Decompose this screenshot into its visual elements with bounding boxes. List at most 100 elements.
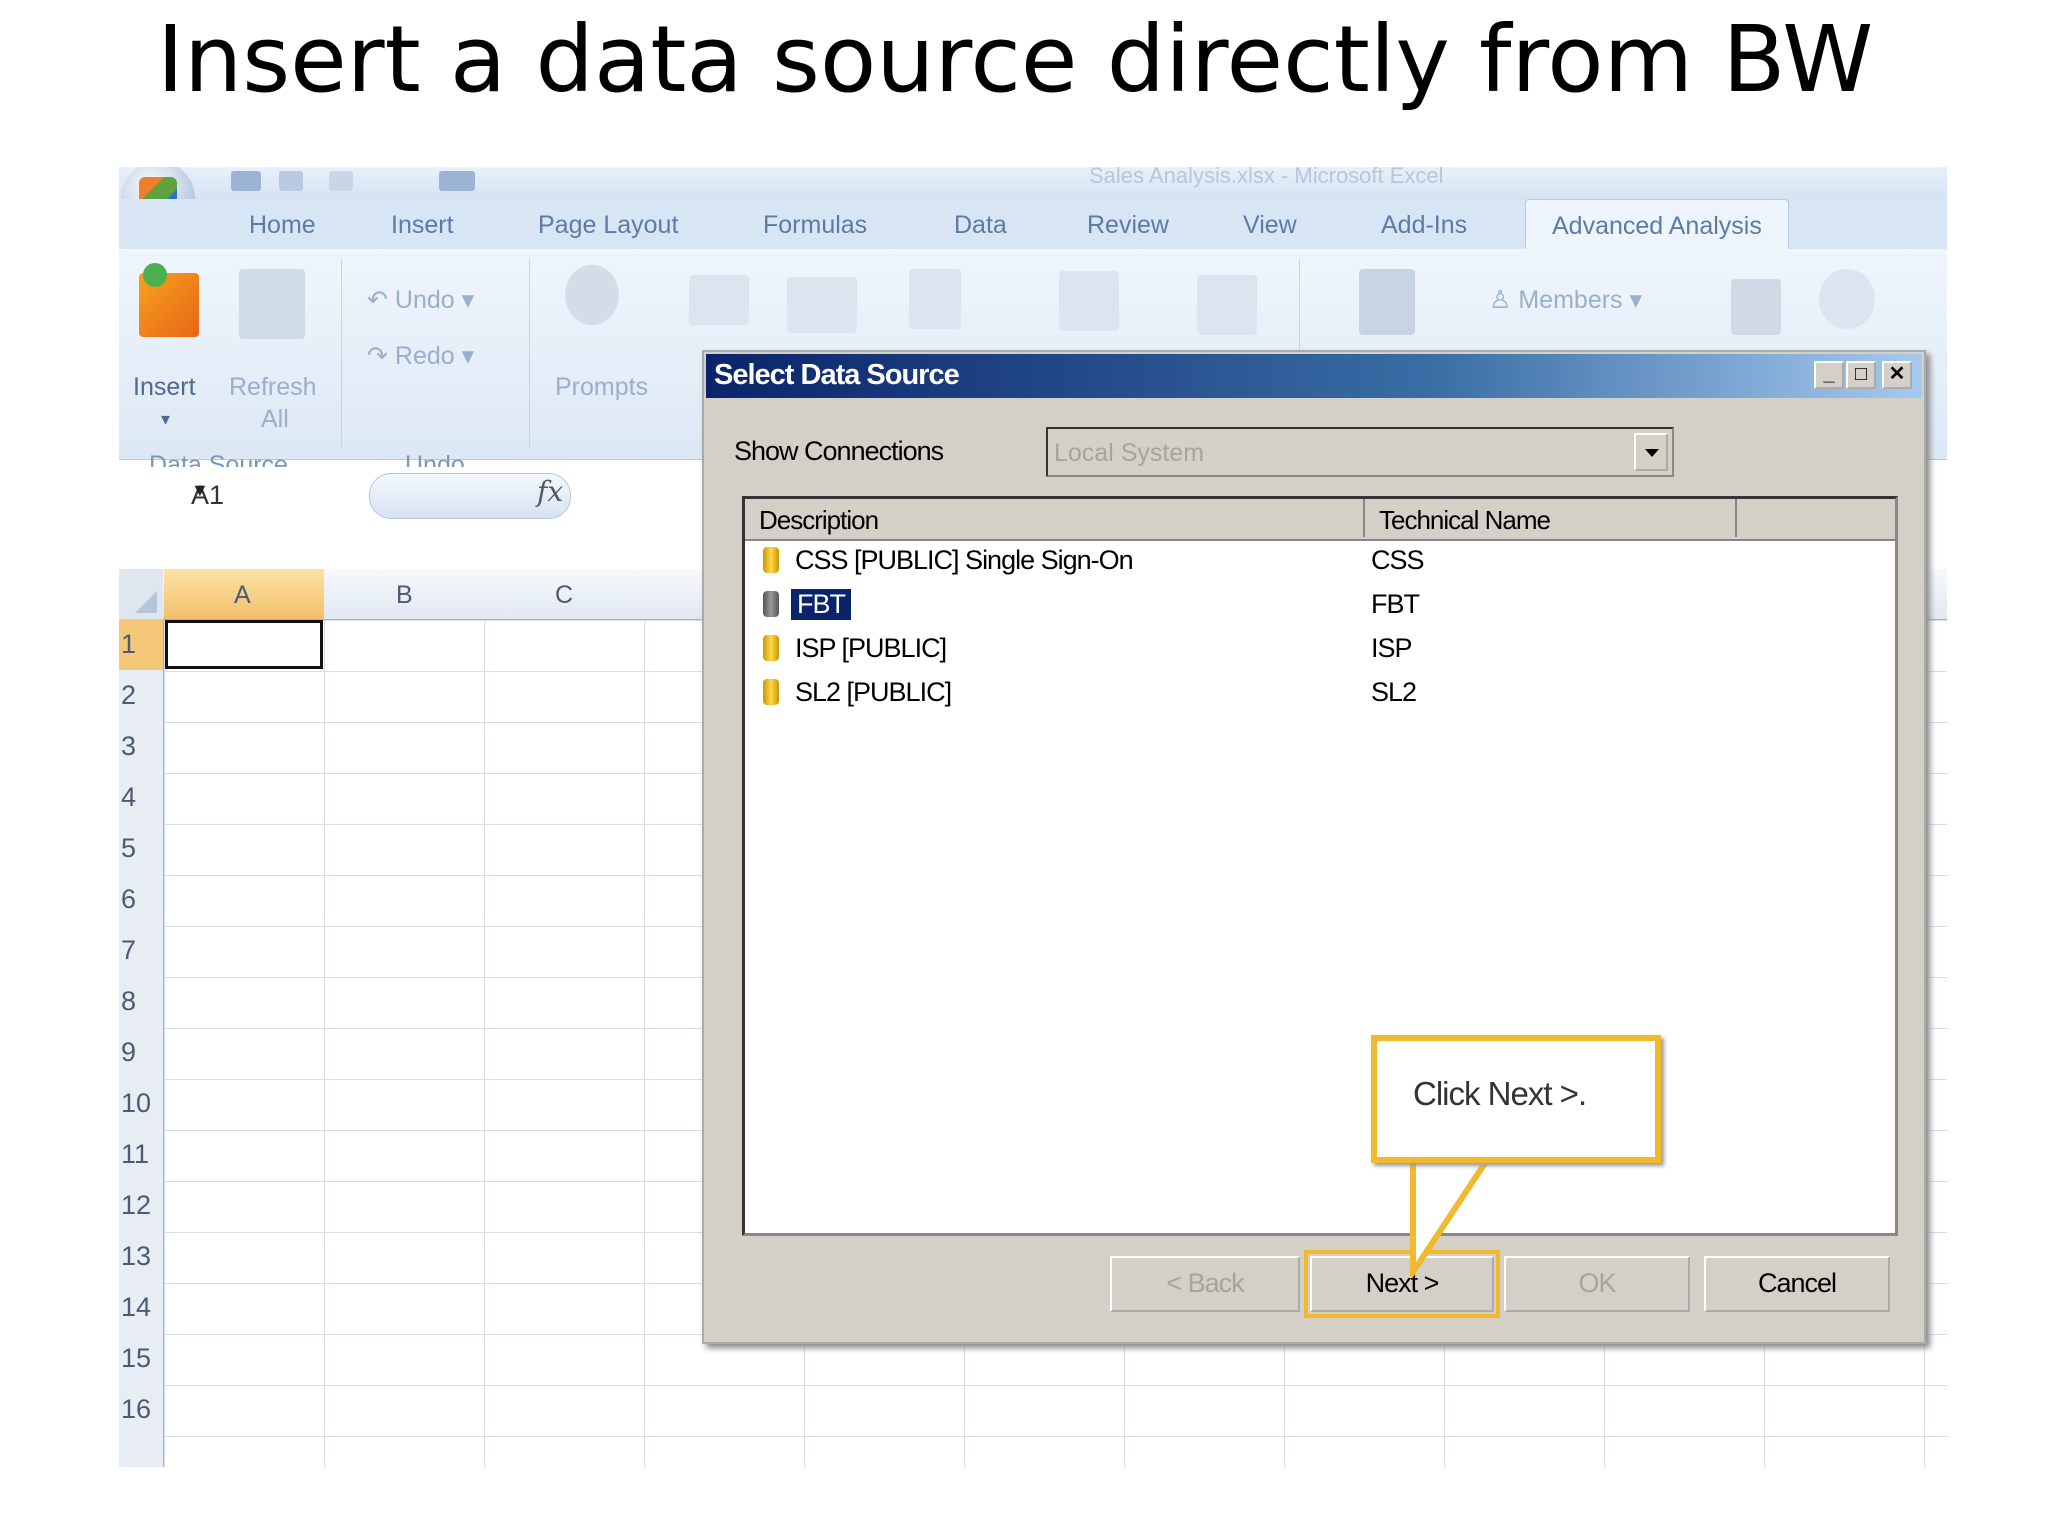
row-header[interactable]: 1: [119, 619, 163, 670]
row-header[interactable]: 16: [121, 1394, 151, 1425]
members-button[interactable]: ♙ Members ▾: [1489, 285, 1642, 315]
slide-title: Insert a data source directly from BW: [156, 6, 1874, 113]
tab-add-ins[interactable]: Add-Ins: [1381, 211, 1467, 240]
prompts-label[interactable]: Prompts: [555, 373, 648, 402]
redo-icon[interactable]: [329, 171, 353, 191]
row-header[interactable]: 10: [121, 1088, 151, 1119]
row-header[interactable]: 14: [121, 1292, 151, 1323]
insert-dropdown-icon[interactable]: ▾: [161, 409, 170, 430]
table-icon[interactable]: [1059, 271, 1119, 331]
dialog-title: Select Data Source: [714, 359, 960, 391]
dialog-title-bar[interactable]: Select Data Source _ □ ✕: [706, 354, 1922, 398]
list-item[interactable]: ISP [PUBLIC] ISP: [745, 627, 1895, 669]
redo-label: Redo: [394, 342, 455, 370]
tab-insert[interactable]: Insert: [391, 211, 454, 240]
refresh-all-icon[interactable]: [239, 269, 305, 339]
column-description[interactable]: Description: [745, 499, 1365, 537]
row-header[interactable]: 12: [121, 1190, 151, 1221]
item-description: CSS [PUBLIC] Single Sign-On: [795, 545, 1134, 575]
row-header[interactable]: 8: [121, 986, 136, 1017]
item-technical-name: SL2: [1371, 677, 1417, 707]
column-header-c[interactable]: C: [555, 581, 573, 610]
sort-icon[interactable]: [787, 277, 857, 333]
column-technical-name[interactable]: Technical Name: [1365, 499, 1737, 537]
list-item-selected[interactable]: FBT FBT: [745, 583, 1895, 625]
undo-button[interactable]: ↶ Undo ▾: [367, 285, 474, 315]
title-bar: Sales Analysis.xlsx - Microsoft Excel: [119, 167, 1947, 199]
row-header[interactable]: 11: [121, 1139, 149, 1170]
connections-value: Local System: [1054, 439, 1205, 467]
item-description: SL2 [PUBLIC]: [795, 677, 952, 707]
tab-view[interactable]: View: [1243, 211, 1297, 240]
row-header[interactable]: 7: [121, 935, 136, 966]
row-header[interactable]: 3: [121, 731, 136, 762]
prompts-icon[interactable]: [565, 265, 619, 325]
data-source-list[interactable]: Description Technical Name CSS [PUBLIC] …: [742, 496, 1898, 1236]
row-header[interactable]: 13: [121, 1241, 151, 1272]
ribbon-separator: [529, 259, 530, 449]
chevron-down-icon[interactable]: [1634, 433, 1668, 471]
tab-home[interactable]: Home: [249, 211, 316, 240]
tab-formulas[interactable]: Formulas: [763, 211, 867, 240]
tab-page-layout[interactable]: Page Layout: [538, 211, 678, 240]
callout-text: Click Next >.: [1413, 1075, 1587, 1112]
column-header-a[interactable]: A: [234, 581, 251, 610]
insert-button-label[interactable]: Insert: [133, 373, 196, 402]
item-technical-name: ISP: [1371, 633, 1413, 663]
hierarchy-icon[interactable]: [909, 269, 961, 329]
refresh-label[interactable]: Refresh: [229, 373, 317, 402]
excel-screenshot: Sales Analysis.xlsx - Microsoft Excel Ho…: [119, 167, 1947, 1467]
redo-button[interactable]: ↷ Redo ▾: [367, 341, 474, 371]
column-header-b[interactable]: B: [396, 581, 413, 610]
item-technical-name: CSS: [1371, 545, 1425, 575]
row-header[interactable]: 9: [121, 1037, 136, 1068]
connections-select[interactable]: Local System: [1046, 427, 1674, 477]
row-header[interactable]: 15: [121, 1343, 151, 1374]
minimize-icon[interactable]: _: [1814, 361, 1844, 389]
undo-icon[interactable]: [279, 171, 303, 191]
tab-advanced-analysis[interactable]: Advanced Analysis: [1525, 199, 1789, 249]
info-icon[interactable]: [1819, 269, 1875, 329]
structure-icon[interactable]: [1359, 269, 1415, 335]
row-header[interactable]: 2: [121, 680, 136, 711]
close-icon[interactable]: ✕: [1882, 361, 1912, 389]
list-item[interactable]: CSS [PUBLIC] Single Sign-On CSS: [745, 539, 1895, 581]
quick-access-custom-icon[interactable]: [439, 171, 475, 191]
undo-label: Undo: [394, 286, 455, 314]
back-button[interactable]: < Back: [1110, 1256, 1300, 1312]
list-item[interactable]: SL2 [PUBLIC] SL2: [745, 671, 1895, 713]
item-description: FBT: [791, 589, 851, 620]
row-header[interactable]: 4: [121, 782, 136, 813]
item-description: ISP [PUBLIC]: [795, 633, 947, 663]
row-headers: 1 2 3 4 5 6 7 8 9 10 11 12 13 14 15 16: [119, 619, 164, 1467]
function-icon[interactable]: fx: [537, 475, 563, 508]
database-icon: [763, 679, 779, 705]
database-icon: [763, 591, 779, 617]
chart-icon[interactable]: [1197, 275, 1257, 335]
tab-data[interactable]: Data: [954, 211, 1007, 240]
show-connections-label: Show Connections: [734, 436, 944, 466]
window-title: Sales Analysis.xlsx - Microsoft Excel: [1089, 167, 1444, 188]
database-icon: [763, 547, 779, 573]
active-cell-a1[interactable]: [165, 620, 323, 669]
row-header[interactable]: 5: [121, 833, 136, 864]
ok-button[interactable]: OK: [1504, 1256, 1690, 1312]
ribbon-separator: [341, 259, 342, 449]
name-box-dropdown-icon[interactable]: ▼: [191, 480, 209, 501]
insert-arrow-icon: [143, 263, 167, 287]
select-all-corner[interactable]: [119, 569, 163, 619]
members-label: Members: [1518, 286, 1623, 314]
refresh-all-label[interactable]: All: [261, 405, 289, 434]
list-header: Description Technical Name: [745, 499, 1895, 541]
tab-review[interactable]: Review: [1087, 211, 1169, 240]
row-header[interactable]: 6: [121, 884, 136, 915]
database-icon: [763, 635, 779, 661]
cancel-button[interactable]: Cancel: [1704, 1256, 1890, 1312]
callout-pointer: [1410, 1157, 1493, 1277]
item-technical-name: FBT: [1371, 589, 1420, 619]
save-icon[interactable]: [231, 171, 261, 191]
name-box[interactable]: A1 ▼: [129, 471, 359, 517]
filter-icon[interactable]: [689, 275, 749, 325]
maximize-icon[interactable]: □: [1846, 361, 1876, 389]
bar-chart-icon[interactable]: [1731, 279, 1781, 335]
